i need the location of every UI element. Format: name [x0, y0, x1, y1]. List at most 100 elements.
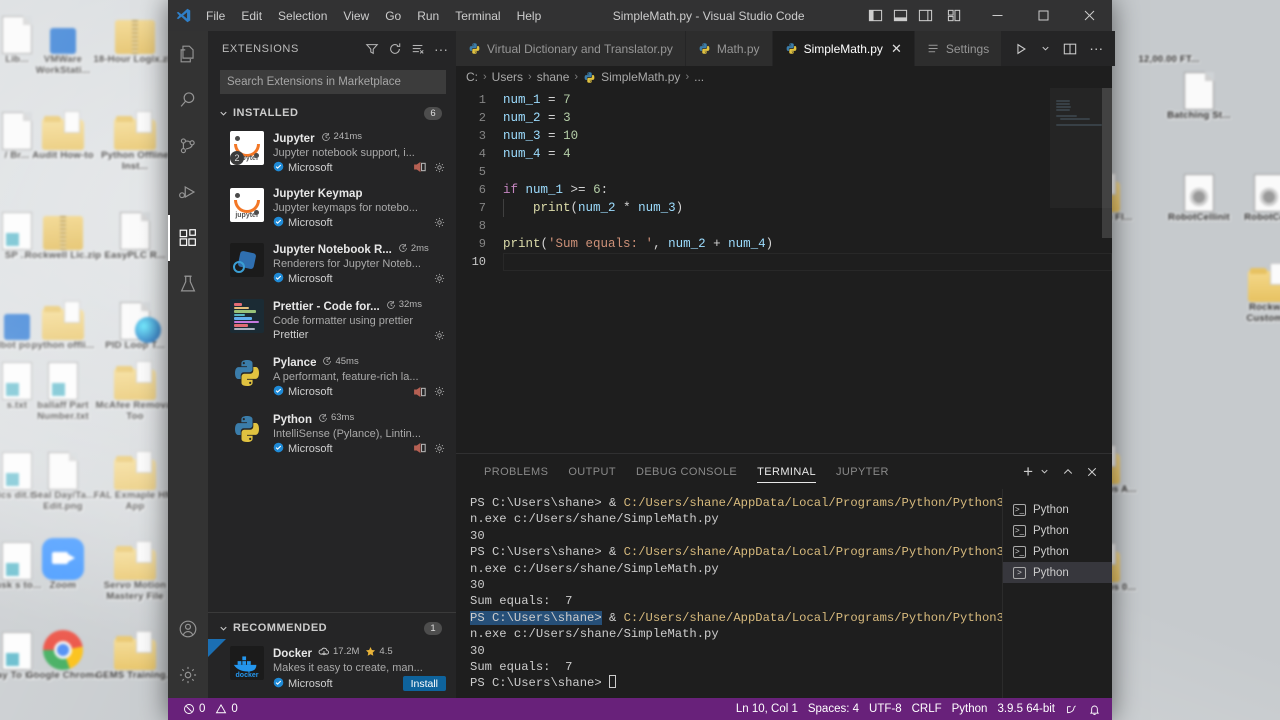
extension-manage-gear-icon[interactable]: [433, 329, 446, 342]
toggle-primary-sidebar-icon[interactable]: [868, 8, 883, 23]
menu-item-selection[interactable]: Selection: [270, 5, 335, 27]
panel-tab-problems[interactable]: PROBLEMS: [474, 454, 558, 489]
customize-layout-icon[interactable]: [947, 8, 962, 23]
extension-item[interactable]: jupyter Jupyter Keymap Jupyter keymaps for…: [208, 181, 456, 236]
extension-manage-gear-icon[interactable]: [433, 442, 446, 455]
breadcrumb-item[interactable]: Users: [492, 70, 523, 84]
code-line[interactable]: 1 num_1 = 7: [456, 91, 1050, 109]
desktop-icon[interactable]: GEMS Training...: [92, 618, 178, 681]
breadcrumb-item[interactable]: ...: [694, 70, 704, 84]
desktop-icon[interactable]: RobotCe...: [1226, 160, 1280, 223]
code-editor[interactable]: 1 num_1 = 7 2 num_2 = 3 3 num_3 = 10 4 num_4 = …: [456, 88, 1112, 453]
indentation[interactable]: Spaces: 4: [803, 698, 864, 720]
breadcrumb-item[interactable]: shane: [537, 70, 570, 84]
activitybar-item-manage[interactable]: [168, 652, 208, 698]
breadcrumb-item[interactable]: SimpleMath.py: [601, 70, 680, 84]
code-line[interactable]: 8: [456, 217, 1050, 235]
chevron-down-icon[interactable]: [1040, 43, 1051, 54]
maximize-button[interactable]: [1020, 0, 1066, 31]
editor-tab[interactable]: Math.py: [685, 31, 773, 66]
toggle-panel-icon[interactable]: [893, 8, 908, 23]
cursor-position[interactable]: Ln 10, Col 1: [731, 698, 803, 720]
code-line[interactable]: 3 num_3 = 10: [456, 127, 1050, 145]
desktop-icon[interactable]: Python Offline Inst...: [92, 98, 178, 172]
chevron-down-icon[interactable]: [1039, 466, 1050, 477]
terminal-tab[interactable]: >_ Python: [1003, 520, 1112, 541]
extension-manage-gear-icon[interactable]: [433, 272, 446, 285]
menu-item-terminal[interactable]: Terminal: [447, 5, 508, 27]
desktop-icon[interactable]: FAL Exmaple HMI App: [92, 438, 178, 512]
feedback-icon[interactable]: [1060, 698, 1083, 720]
panel-tab-terminal[interactable]: TERMINAL: [747, 454, 826, 489]
editor-tab[interactable]: Settings: [914, 31, 1003, 66]
more-actions-icon[interactable]: ···: [434, 42, 448, 56]
desktop-icon[interactable]: Servo Motion Mastery File: [92, 528, 178, 602]
clear-search-results-icon[interactable]: [411, 42, 425, 56]
close-button[interactable]: [1066, 0, 1112, 31]
extensions-list[interactable]: INSTALLED 6 jupyter 2 Jupyter 241ms Jupyter …: [208, 102, 456, 612]
close-tab-icon[interactable]: ✕: [891, 41, 902, 57]
language-mode[interactable]: Python: [947, 698, 993, 720]
refresh-icon[interactable]: [388, 42, 402, 56]
menu-item-edit[interactable]: Edit: [233, 5, 270, 27]
recommended-extension-item[interactable]: docker Docker 17.2M 4.5 Makes it easy to cre…: [208, 639, 456, 698]
search-extensions-input[interactable]: [220, 70, 446, 94]
toggle-secondary-sidebar-icon[interactable]: [918, 8, 933, 23]
terminal-output[interactable]: PS C:\Users\shane> & C:/Users/shane/AppD…: [456, 489, 1002, 698]
extension-item[interactable]: Prettier - Code for... 32ms Code formatter…: [208, 292, 456, 349]
activitybar-item-accounts[interactable]: [168, 606, 208, 652]
extension-item[interactable]: jupyter 2 Jupyter 241ms Jupyter notebook sup…: [208, 124, 456, 181]
close-panel-icon[interactable]: [1086, 466, 1098, 478]
terminal-tab[interactable]: >_ Python: [1003, 499, 1112, 520]
activitybar-item-testing[interactable]: [168, 261, 208, 307]
menu-item-go[interactable]: Go: [377, 5, 409, 27]
code-line[interactable]: 6 if num_1 >= 6:: [456, 181, 1050, 199]
more-actions-icon[interactable]: ···: [1089, 41, 1103, 55]
desktop-icon[interactable]: McAfee Removal Too: [92, 348, 178, 422]
terminal-tab[interactable]: >_ Python: [1003, 541, 1112, 562]
menu-item-run[interactable]: Run: [409, 5, 447, 27]
panel-tab-jupyter[interactable]: JUPYTER: [826, 454, 899, 489]
menu-item-view[interactable]: View: [335, 5, 377, 27]
filter-icon[interactable]: [365, 42, 379, 56]
extension-manage-gear-icon[interactable]: [433, 385, 446, 398]
terminal-tab[interactable]: > Python: [1003, 562, 1112, 583]
editor-tab[interactable]: Virtual Dictionary and Translator.py: [456, 31, 686, 66]
code-line[interactable]: 9 print('Sum equals: ', num_2 + num_4): [456, 235, 1050, 253]
code-line[interactable]: 2 num_2 = 3: [456, 109, 1050, 127]
panel-tab-output[interactable]: OUTPUT: [558, 454, 626, 489]
extension-manage-gear-icon[interactable]: [433, 161, 446, 174]
section-recommended-header[interactable]: RECOMMENDED 1: [208, 617, 456, 639]
python-interpreter[interactable]: 3.9.5 64-bit: [992, 698, 1060, 720]
panel-tab-debug-console[interactable]: DEBUG CONSOLE: [626, 454, 747, 489]
extension-preview-icon[interactable]: [413, 161, 426, 173]
desktop-icon[interactable]: EasyPLC R...: [92, 198, 178, 261]
maximize-panel-icon[interactable]: [1062, 466, 1074, 478]
problems-status[interactable]: 0 0: [178, 698, 243, 720]
activitybar-item-run-and-debug[interactable]: [168, 169, 208, 215]
code-line[interactable]: 7 print(num_2 * num_3): [456, 199, 1050, 217]
encoding[interactable]: UTF-8: [864, 698, 907, 720]
notifications-icon[interactable]: [1083, 698, 1106, 720]
new-terminal-icon[interactable]: +: [1023, 463, 1033, 480]
minimize-button[interactable]: [974, 0, 1020, 31]
section-installed-header[interactable]: INSTALLED 6: [208, 102, 456, 124]
activitybar-item-search[interactable]: [168, 77, 208, 123]
breadcrumb[interactable]: C: › Users › shane › SimpleMath.py ›...: [456, 66, 1112, 88]
menu-bar[interactable]: File Edit Selection View Go Run Terminal Help: [198, 5, 549, 27]
desktop-icon[interactable]: PID Loop T...: [92, 288, 178, 351]
code-line[interactable]: 5: [456, 163, 1050, 181]
desktop-icon[interactable]: 18-Hour Logix.zip: [92, 2, 178, 65]
activitybar-item-extensions[interactable]: [168, 215, 208, 261]
desktop-icon[interactable]: 12,00.00 FT...: [1126, 2, 1212, 65]
terminal-tabs-list[interactable]: >_ Python >_ Python >_ Python > Python: [1002, 489, 1112, 698]
menu-item-file[interactable]: File: [198, 5, 233, 27]
extension-item[interactable]: Python 63ms IntelliSense (Pylance), Lintin…: [208, 405, 456, 462]
menu-item-help[interactable]: Help: [509, 5, 550, 27]
editor-tab[interactable]: SimpleMath.py ✕: [772, 31, 915, 66]
activitybar-item-explorer[interactable]: [168, 31, 208, 77]
activitybar-item-source-control[interactable]: [168, 123, 208, 169]
breadcrumb-item[interactable]: C:: [466, 70, 478, 84]
install-button[interactable]: Install: [402, 676, 446, 691]
code-line[interactable]: 4 num_4 = 4: [456, 145, 1050, 163]
